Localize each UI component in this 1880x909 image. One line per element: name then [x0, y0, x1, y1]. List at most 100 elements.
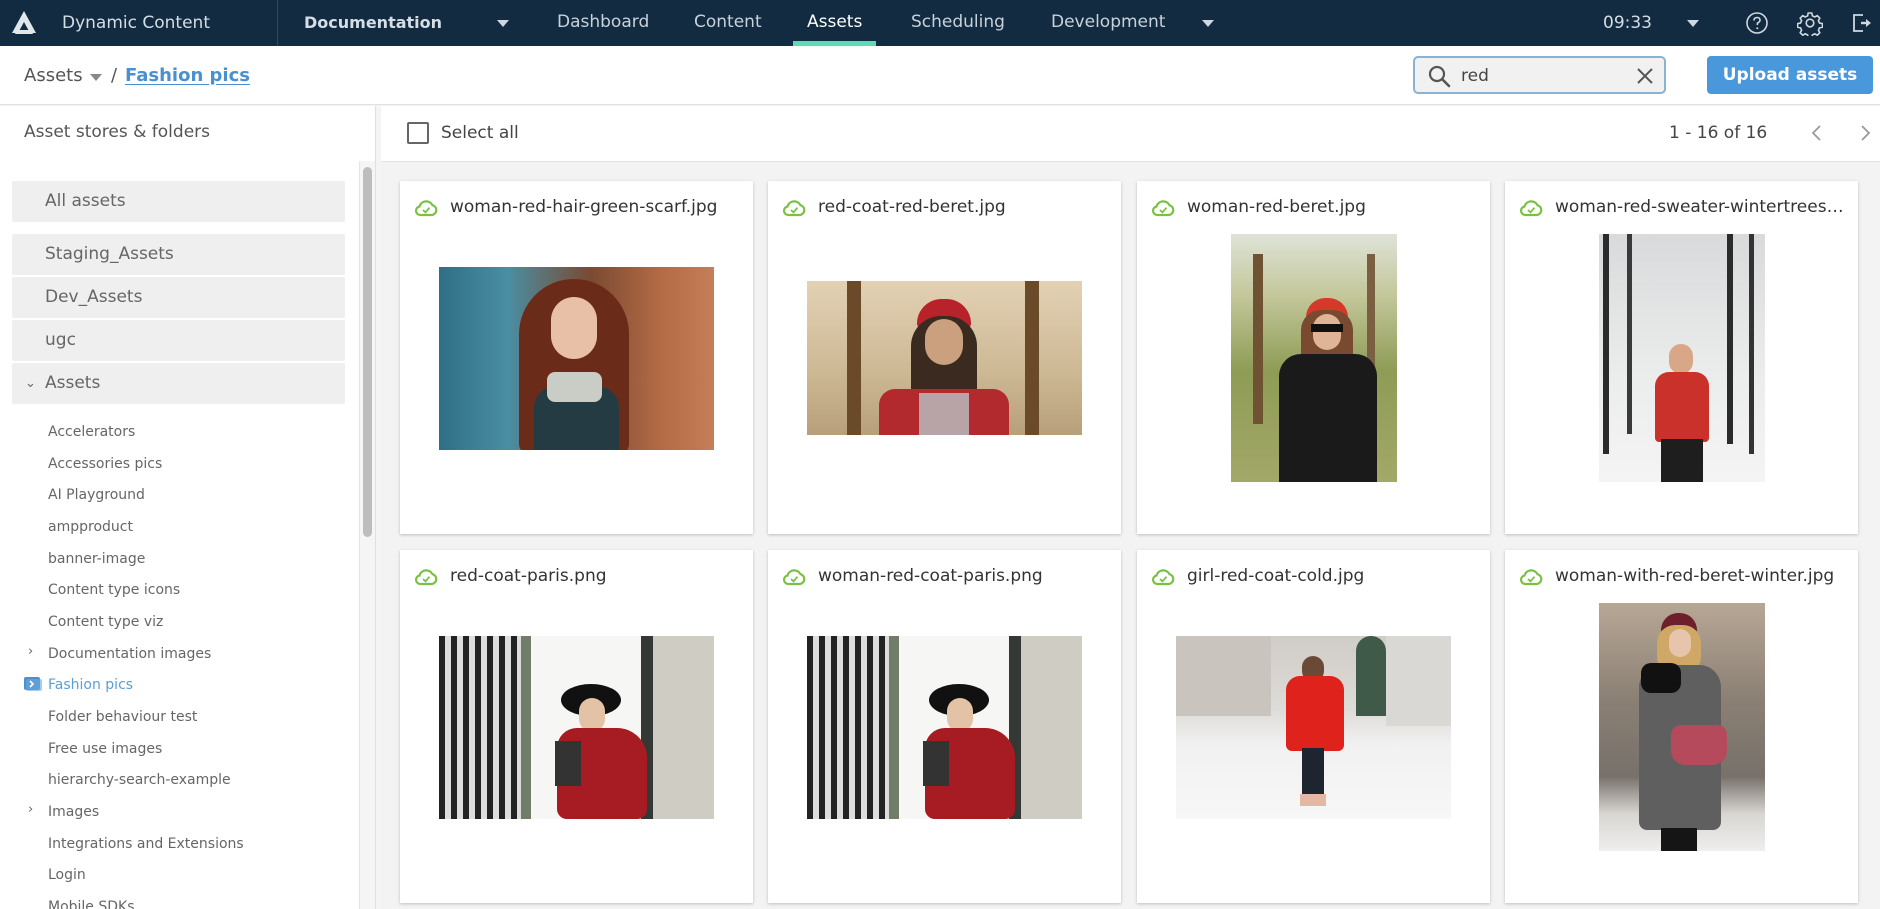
asset-grid: woman-red-hair-green-scarf.jpg red-coat-… [381, 162, 1880, 909]
store-label: All assets [45, 191, 126, 211]
folder-item-active[interactable]: Fashion pics [48, 676, 133, 694]
asset-name: woman-red-coat-paris.png [818, 566, 1043, 586]
pagination-count: 1 - 16 of 16 [1669, 123, 1768, 143]
store-label: Assets [45, 373, 101, 393]
tab-scheduling[interactable]: Scheduling [911, 0, 1005, 46]
folder-item[interactable]: Images [48, 803, 99, 821]
breadcrumb-dropdown-caret-icon[interactable] [90, 74, 102, 81]
search-icon [1428, 65, 1451, 88]
app-title: Dynamic Content [62, 13, 210, 33]
logout-icon[interactable] [1848, 10, 1874, 36]
clear-search-icon[interactable] [1636, 67, 1654, 85]
hub-dropdown-caret-icon[interactable] [497, 20, 509, 27]
store-label: Staging_Assets [45, 244, 174, 264]
top-navigation: Dynamic Content Documentation Dashboard … [0, 0, 1880, 46]
asset-name: woman-with-red-beret-winter.jpg [1555, 566, 1835, 586]
asset-card[interactable]: red-coat-red-beret.jpg [768, 181, 1121, 534]
asset-name: girl-red-coat-cold.jpg [1187, 566, 1365, 586]
hub-selector[interactable]: Documentation [304, 0, 442, 46]
folder-item[interactable]: Mobile SDKs [48, 898, 135, 909]
asset-card[interactable]: woman-with-red-beret-winter.jpg [1505, 550, 1858, 903]
asset-thumbnail [1176, 636, 1451, 819]
select-all-checkbox[interactable] [407, 122, 429, 144]
store-all-assets[interactable]: All assets [12, 181, 345, 222]
next-page-icon[interactable] [1853, 120, 1877, 146]
store-assets[interactable]: ⌄ Assets [12, 363, 345, 404]
folder-item[interactable]: AI Playground [48, 486, 145, 504]
published-cloud-icon [414, 569, 438, 586]
folder-item[interactable]: Integrations and Extensions [48, 835, 244, 853]
store-staging-assets[interactable]: Staging_Assets [12, 234, 345, 275]
account-dropdown-caret-icon[interactable] [1687, 20, 1699, 27]
asset-thumbnail [439, 267, 714, 450]
published-cloud-icon [1151, 569, 1175, 586]
settings-icon[interactable] [1797, 10, 1823, 36]
chevron-down-icon[interactable]: ⌄ [25, 363, 36, 404]
breadcrumb-bar: Assets / Fashion pics Upload assets [0, 46, 1880, 105]
folder-item[interactable]: Accessories pics [48, 455, 162, 473]
sidebar-scrollbar[interactable] [359, 161, 375, 909]
asset-card[interactable]: woman-red-sweater-wintertrees.jpg [1505, 181, 1858, 534]
folder-item[interactable]: Free use images [48, 740, 162, 758]
select-all-label[interactable]: Select all [441, 123, 519, 143]
asset-name: red-coat-red-beret.jpg [818, 197, 1006, 217]
store-dev-assets[interactable]: Dev_Assets [12, 277, 345, 318]
breadcrumb-root[interactable]: Assets [24, 65, 83, 86]
store-label: Dev_Assets [45, 287, 143, 307]
sidebar-title: Asset stores & folders [24, 122, 210, 142]
asset-card[interactable]: woman-red-beret.jpg [1137, 181, 1490, 534]
chevron-right-icon[interactable]: › [28, 802, 33, 817]
asset-thumbnail [1599, 234, 1765, 482]
folder-item[interactable]: Login [48, 866, 86, 884]
published-cloud-icon [782, 569, 806, 586]
asset-thumbnail [1599, 603, 1765, 851]
nav-divider [277, 0, 278, 46]
tab-development[interactable]: Development [1051, 0, 1165, 46]
folder-item[interactable]: Documentation images [48, 645, 211, 663]
breadcrumb-current[interactable]: Fashion pics [125, 65, 250, 86]
asset-thumbnail [439, 636, 714, 819]
search-box[interactable] [1413, 56, 1666, 94]
tab-assets[interactable]: Assets [792, 0, 877, 46]
app-logo-icon[interactable] [10, 9, 38, 37]
upload-assets-button[interactable]: Upload assets [1707, 56, 1873, 94]
previous-page-icon[interactable] [1805, 120, 1829, 146]
asset-thumbnail [807, 281, 1082, 435]
breadcrumb-separator: / [111, 65, 118, 86]
asset-name: woman-red-beret.jpg [1187, 197, 1366, 217]
clock: 09:33 [1603, 13, 1652, 33]
development-dropdown-caret-icon[interactable] [1202, 20, 1214, 27]
sidebar-scroll-thumb[interactable] [363, 167, 372, 537]
asset-thumbnail [807, 636, 1082, 819]
published-cloud-icon [782, 200, 806, 217]
asset-name: woman-red-hair-green-scarf.jpg [450, 197, 718, 217]
folder-item[interactable]: hierarchy-search-example [48, 771, 231, 789]
asset-card[interactable]: red-coat-paris.png [400, 550, 753, 903]
store-label: ugc [45, 330, 76, 350]
asset-name: red-coat-paris.png [450, 566, 607, 586]
published-cloud-icon [414, 200, 438, 217]
store-ugc[interactable]: ugc [12, 320, 345, 361]
asset-card[interactable]: woman-red-hair-green-scarf.jpg [400, 181, 753, 534]
published-cloud-icon [1519, 569, 1543, 586]
folder-item[interactable]: Content type icons [48, 581, 180, 599]
search-input[interactable] [1461, 64, 1631, 88]
asset-card[interactable]: girl-red-coat-cold.jpg [1137, 550, 1490, 903]
tab-content[interactable]: Content [694, 0, 762, 46]
asset-card[interactable]: woman-red-coat-paris.png [768, 550, 1121, 903]
published-cloud-icon [1519, 200, 1543, 217]
asset-thumbnail [1231, 234, 1397, 482]
folder-item[interactable]: ampproduct [48, 518, 133, 536]
folder-item[interactable]: Accelerators [48, 423, 135, 441]
published-cloud-icon [1151, 200, 1175, 217]
sidebar: Asset stores & folders All assets Stagin… [0, 106, 376, 909]
folder-open-icon [24, 677, 42, 691]
chevron-right-icon[interactable]: › [28, 644, 33, 659]
asset-toolbar: Select all 1 - 16 of 16 [381, 106, 1880, 162]
help-icon[interactable] [1744, 10, 1770, 36]
folder-item[interactable]: banner-image [48, 550, 145, 568]
folder-item[interactable]: Content type viz [48, 613, 163, 631]
folder-item[interactable]: Folder behaviour test [48, 708, 197, 726]
asset-name: woman-red-sweater-wintertrees.jpg [1555, 197, 1845, 217]
tab-dashboard[interactable]: Dashboard [557, 0, 649, 46]
